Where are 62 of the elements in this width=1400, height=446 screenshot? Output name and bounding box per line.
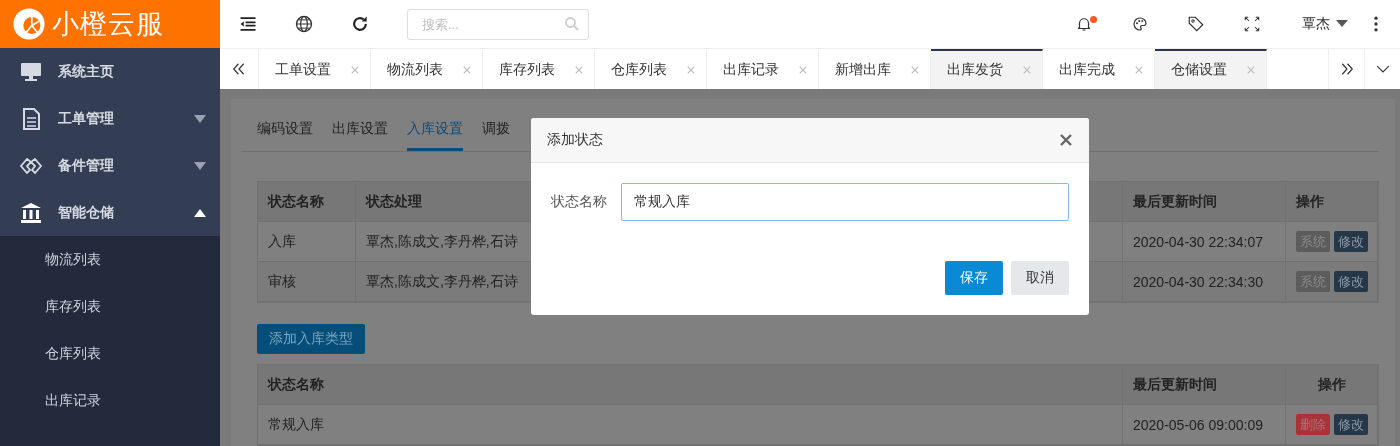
- table-cell: 常规入库: [258, 405, 1123, 445]
- sidebar-subitem[interactable]: 物流列表: [0, 236, 220, 283]
- expand-icon[interactable]: [1243, 15, 1261, 33]
- sidebar-subitem[interactable]: 出库记录: [0, 377, 220, 424]
- tab-label: 库存列表: [499, 61, 555, 79]
- user-name[interactable]: 覃杰: [1302, 15, 1330, 33]
- indent-icon[interactable]: [238, 14, 258, 34]
- table-cell: 审核: [258, 262, 356, 302]
- building-icon: [18, 200, 44, 225]
- column-header: 状态名称: [258, 365, 1123, 405]
- page-tab[interactable]: 出库发货: [931, 49, 1043, 89]
- column-header: 最后更新时间: [1123, 365, 1286, 405]
- tab-label: 物流列表: [387, 61, 443, 79]
- sidebar-item[interactable]: 工单管理: [0, 95, 220, 142]
- table-cell: 2020-05-06 09:00:09: [1123, 405, 1286, 445]
- sidebar-item[interactable]: 系统主页: [0, 48, 220, 95]
- close-icon[interactable]: [1059, 133, 1073, 147]
- tab-label: 新增出库: [835, 61, 891, 79]
- tab-label: 工单设置: [275, 61, 331, 79]
- table-cell: 2020-04-30 22:34:30: [1123, 262, 1286, 302]
- settings-tab[interactable]: 调拨: [482, 117, 510, 151]
- column-header: 状态名称: [258, 182, 356, 222]
- fruit-slice-logo-icon: [12, 7, 46, 41]
- tab-label: 出库完成: [1059, 61, 1115, 79]
- sidebar-item-label: 系统主页: [58, 62, 115, 81]
- edit-button[interactable]: 修改: [1334, 231, 1368, 252]
- settings-tab[interactable]: 出库设置: [332, 117, 388, 151]
- tab-label: 仓库列表: [611, 61, 667, 79]
- bell-icon[interactable]: [1075, 15, 1093, 33]
- sidebar-subitem[interactable]: 仓库列表: [0, 330, 220, 377]
- edit-button[interactable]: 修改: [1334, 414, 1368, 435]
- tab-label: 出库发货: [947, 61, 1003, 79]
- double-chevron-right-icon[interactable]: [1339, 62, 1354, 76]
- sidebar-item-label: 智能仓储: [58, 203, 115, 222]
- refresh-icon[interactable]: [350, 14, 370, 34]
- tab-label: 出库记录: [723, 61, 779, 79]
- status-name-field[interactable]: 常规入库: [621, 183, 1069, 221]
- caret-down-icon[interactable]: [1336, 20, 1348, 28]
- table-cell: 入库: [258, 222, 356, 262]
- column-header: 操作: [1286, 182, 1378, 222]
- palette-icon[interactable]: [1131, 15, 1149, 33]
- column-header: 操作: [1286, 365, 1378, 405]
- page-tab[interactable]: 仓储设置: [1155, 49, 1267, 89]
- tab-label: 仓储设置: [1171, 61, 1227, 79]
- field-label: 状态名称: [551, 193, 608, 211]
- globe-icon[interactable]: [294, 14, 314, 34]
- search-field[interactable]: 搜索...: [407, 8, 589, 40]
- logo-text: 小橙云服: [52, 8, 164, 41]
- sidebar-item[interactable]: 备件管理: [0, 142, 220, 189]
- dialog-title: 添加状态: [547, 131, 603, 149]
- sidebar-item-label: 备件管理: [58, 156, 115, 175]
- sidebar-item[interactable]: 智能仓储: [0, 189, 220, 236]
- edit-button[interactable]: 修改: [1334, 271, 1368, 292]
- table-cell: 2020-04-30 22:34:07: [1123, 222, 1286, 262]
- column-header: 最后更新时间: [1123, 182, 1286, 222]
- settings-tab[interactable]: 编码设置: [257, 117, 313, 151]
- double-chevron-left-icon[interactable]: [232, 62, 246, 76]
- cancel-button[interactable]: 取消: [1011, 261, 1069, 295]
- sidebar-subitem[interactable]: 库存列表: [0, 283, 220, 330]
- save-button[interactable]: 保存: [945, 261, 1003, 295]
- sidebar-item-label: 工单管理: [58, 109, 115, 128]
- tag-icon[interactable]: [1187, 15, 1205, 33]
